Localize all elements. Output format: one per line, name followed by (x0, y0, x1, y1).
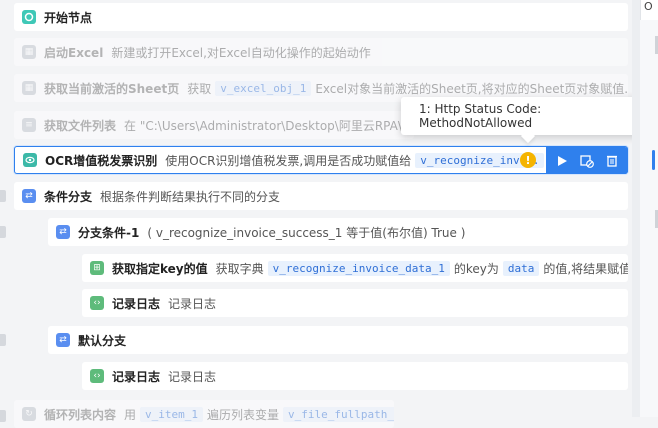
node-desc: 获取字典 (215, 261, 264, 276)
variable-chip: v_recognize_invoice_data_1 (267, 260, 450, 276)
tooltip-text: 1: Http Status Code: MethodNotAllowed (419, 102, 542, 130)
node-default-branch[interactable]: ⇄ 默认分支 (48, 326, 628, 354)
right-panel-tab[interactable]: O (644, 0, 653, 13)
node-get-file-list[interactable]: ≡ 获取文件列表 在 "C:\Users\Administrator\Deskt… (14, 111, 414, 139)
node-title: 循环列表内容 (44, 407, 117, 422)
disable-icon[interactable] (579, 153, 595, 169)
flow-canvas: 开始节点 ▦ 启动Excel 新建或打开Excel,对Excel自动化操作的起始… (0, 0, 657, 428)
node-desc: 根据条件判断结果执行不同的分支 (100, 189, 281, 204)
eye-icon (23, 153, 37, 167)
node-desc: 遍历列表变量 (207, 407, 280, 422)
node-desc: 记录日志 (168, 296, 217, 311)
loop-icon: ↻ (22, 407, 36, 421)
node-branch-condition-1[interactable]: ⇄ 分支条件-1 ( v_recognize_invoice_success_1… (48, 218, 628, 246)
start-circle-icon (22, 10, 36, 24)
sheet-icon: ▦ (22, 81, 36, 95)
node-title: 记录日志 (112, 369, 161, 384)
node-get-dict-value[interactable]: ⊞ 获取指定key的值 获取字典 v_recognize_invoice_dat… (82, 254, 628, 282)
variable-chip: v_excel_obj_1 (215, 80, 312, 96)
branch-icon: ⇄ (56, 333, 70, 347)
node-title: 记录日志 (112, 296, 161, 311)
node-desc: 的key为 (453, 261, 499, 276)
branch-icon: ⇄ (22, 189, 36, 203)
node-desc: Excel对象当前激活的Sheet页,将对应的Sheet页对象赋值... (315, 81, 628, 96)
variable-chip: v_item_1 (140, 406, 204, 422)
collapse-toggle[interactable] (0, 334, 6, 346)
node-condition-branch[interactable]: ⇄ 条件分支 根据条件判断结果执行不同的分支 (14, 182, 628, 210)
node-title: 分支条件-1 (78, 225, 140, 240)
node-launch-excel[interactable]: ▦ 启动Excel 新建或打开Excel,对Excel自动化操作的起始动作 (14, 38, 628, 66)
node-title: OCR增值税发票识别 (45, 153, 158, 168)
node-desc: 使用OCR识别增值税发票,调用是否成功赋值给 (165, 153, 412, 168)
branch-icon: ⇄ (56, 225, 70, 239)
node-title: 默认分支 (78, 333, 127, 348)
node-log[interactable]: ‹› 记录日志 记录日志 (82, 362, 628, 390)
canvas-scrollbar[interactable] (632, 0, 640, 417)
node-title: 获取文件列表 (44, 118, 117, 133)
collapse-toggle[interactable] (0, 410, 6, 422)
node-log[interactable]: ‹› 记录日志 记录日志 (82, 289, 628, 317)
collapse-toggle[interactable] (0, 190, 6, 202)
node-title: 开始节点 (44, 10, 93, 25)
node-title: 启动Excel (44, 45, 104, 60)
right-panel-indicator (652, 150, 655, 170)
node-title: 获取当前激活的Sheet页 (44, 81, 180, 96)
trash-icon[interactable] (604, 153, 620, 169)
node-desc: ( v_recognize_invoice_success_1 等于值(布尔值)… (147, 225, 466, 240)
variable-chip: v_file_fullpath_list_1 (283, 406, 394, 422)
node-desc: 新建或打开Excel,对Excel自动化操作的起始动作 (111, 45, 371, 60)
file-list-icon: ≡ (22, 118, 36, 132)
node-title: 获取指定key的值 (112, 261, 208, 276)
play-icon[interactable] (554, 153, 570, 169)
collapse-toggle[interactable] (0, 226, 6, 238)
node-start[interactable]: 开始节点 (14, 3, 628, 31)
node-title: 条件分支 (44, 189, 93, 204)
node-desc: 在 "C:\Users\Administrator\Desktop\阿里云RPA… (124, 118, 414, 133)
node-loop-list[interactable]: ↻ 循环列表内容 用 v_item_1 遍历列表变量 v_file_fullpa… (14, 400, 394, 428)
warning-icon[interactable]: ! (520, 152, 536, 168)
node-desc: 获取 (187, 81, 212, 96)
dict-icon: ⊞ (90, 261, 104, 275)
node-action-bar (546, 147, 628, 174)
log-icon: ‹› (90, 369, 104, 383)
variable-chip: data (502, 260, 540, 276)
error-tooltip: 1: Http Status Code: MethodNotAllowed (401, 97, 657, 135)
log-icon: ‹› (90, 296, 104, 310)
excel-icon: ▦ (22, 45, 36, 59)
node-desc: 用 (124, 407, 137, 422)
node-desc: 的值,将结果赋值... (543, 261, 628, 276)
node-desc: 记录日志 (168, 369, 217, 384)
